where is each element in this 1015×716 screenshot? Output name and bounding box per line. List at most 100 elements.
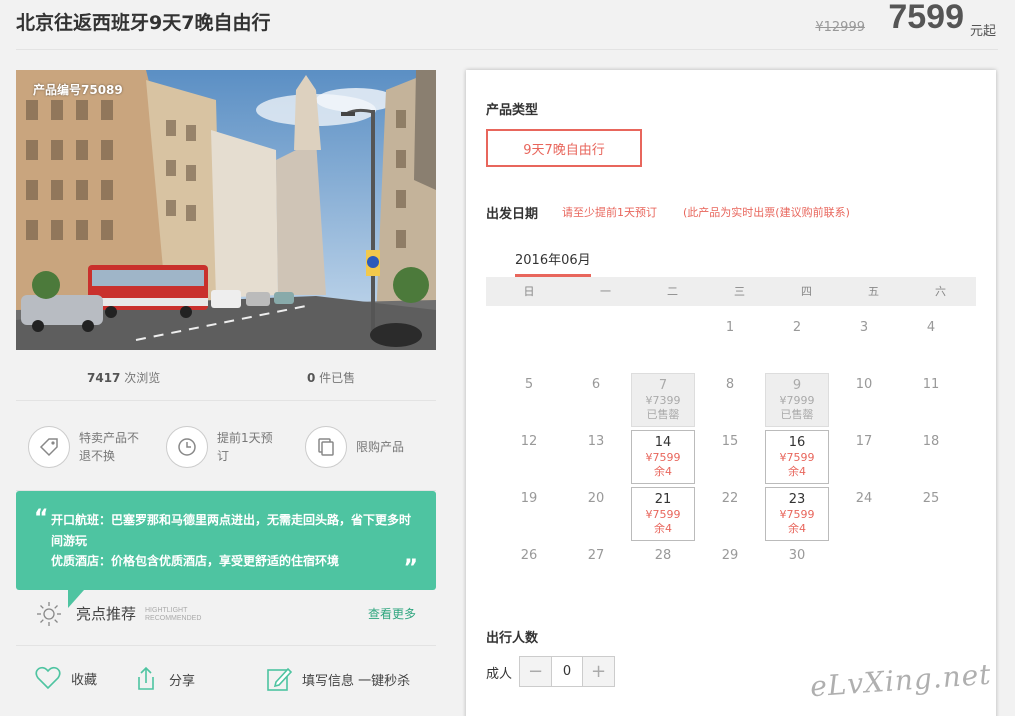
fill-info-button[interactable]: 填写信息 一键秒杀 — [266, 666, 410, 692]
day-price: ¥7999 — [779, 394, 815, 407]
action-bar: 收藏 分享 填写信息 一键秒杀 — [16, 646, 436, 716]
decrement-button[interactable]: − — [520, 657, 551, 686]
promo-line-flight: 开口航班：巴塞罗那和马德里两点进出，无需走回头路，省下更多时间游玩 — [51, 513, 412, 548]
share-button[interactable]: 分享 — [133, 666, 195, 692]
fill-info-label: 填写信息 一键秒杀 — [302, 673, 411, 689]
calendar-day-23[interactable]: 23 ¥7599 余4 — [765, 487, 829, 541]
day-price: ¥7599 — [645, 451, 681, 464]
day-price: ¥7599 — [779, 451, 815, 464]
calendar-day-16[interactable]: 16 ¥7599 余4 — [765, 430, 829, 484]
day-number: 10 — [855, 377, 873, 392]
calendar-day-10: 10 — [832, 373, 896, 427]
calendar-day-17: 17 — [832, 430, 896, 484]
day-number: 17 — [855, 434, 873, 449]
day-number: 12 — [520, 434, 538, 449]
product-number: 产品编号75089 — [33, 83, 123, 97]
calendar-day-18: 18 — [899, 430, 963, 484]
day-number: 6 — [591, 377, 601, 392]
day-number: 3 — [859, 320, 869, 335]
clock-icon — [166, 426, 208, 468]
street-scene-image — [16, 70, 436, 350]
travelers-title: 出行人数 — [486, 631, 539, 646]
day-number: 26 — [520, 548, 538, 563]
views-count: 7417 — [87, 371, 121, 385]
calendar-day-8: 8 — [698, 373, 762, 427]
adult-count[interactable]: 0 — [551, 657, 583, 686]
sold-label: 件已售 — [315, 371, 356, 385]
weekday-fri: 五 — [868, 285, 879, 298]
calendar-day-1: 1 — [698, 316, 762, 370]
sold-stat: 0 件已售 — [307, 369, 355, 386]
month-tab[interactable]: 2016年06月 — [515, 249, 591, 277]
calendar-day-24: 24 — [832, 487, 896, 541]
weekday-header: 日 一 二 三 四 五 六 — [486, 277, 976, 306]
calendar-day-21[interactable]: 21 ¥7599 余4 — [631, 487, 695, 541]
current-price: 7599 — [888, 0, 964, 36]
views-label: 次浏览 — [120, 371, 161, 385]
calendar-day-15: 15 — [698, 430, 762, 484]
day-price: ¥7599 — [645, 508, 681, 521]
calendar-day-30: 30 — [765, 544, 829, 598]
weekday-wed: 三 — [734, 285, 745, 298]
day-number: 20 — [587, 491, 605, 506]
quote-close-icon: ” — [403, 556, 418, 581]
day-number: 28 — [654, 548, 672, 563]
highlight-section: 亮点推荐 HIGHTLIGHT RECOMMENDED 查看更多 — [16, 593, 436, 646]
adult-stepper: − 0 + — [519, 656, 615, 687]
highlight-en-line1: HIGHTLIGHT — [145, 607, 188, 614]
day-number: 23 — [788, 492, 806, 507]
feature-book-ahead: 提前1天预订 — [166, 426, 281, 468]
feature-no-refund: 特卖产品不退不换 — [28, 426, 143, 468]
adult-label: 成人 — [486, 667, 513, 682]
calendar-day-4: 4 — [899, 316, 963, 370]
weekday-tue: 二 — [667, 285, 678, 298]
day-number: 16 — [788, 435, 806, 450]
day-number: 18 — [922, 434, 940, 449]
day-number: 2 — [792, 320, 802, 335]
day-number: 24 — [855, 491, 873, 506]
left-column: 产品编号75089 7417 次浏览 0 件已售 特卖产品不退不换 提前1天预订… — [16, 70, 436, 691]
day-number: 1 — [725, 320, 735, 335]
product-photo[interactable]: 产品编号75089 — [16, 70, 436, 350]
day-number: 19 — [520, 491, 538, 506]
stats-bar: 7417 次浏览 0 件已售 — [16, 350, 436, 401]
calendar-day-28: 28 — [631, 544, 695, 598]
calendar-day-11: 11 — [899, 373, 963, 427]
calendar-day-19: 19 — [497, 487, 561, 541]
calendar-day-3: 3 — [832, 316, 896, 370]
share-icon — [138, 666, 154, 690]
quote-open-icon: “ — [34, 506, 49, 531]
departure-date-title: 出发日期 — [486, 207, 539, 222]
favorite-label: 收藏 — [71, 672, 98, 688]
day-number: 7 — [658, 378, 668, 393]
realtime-ticket-note: (此产品为实时出票(建议购前联系) — [683, 206, 850, 219]
booking-panel: 产品类型 9天7晚自由行 出发日期 请至少提前1天预订 (此产品为实时出票(建议… — [466, 70, 996, 716]
calendar-day-5: 5 — [497, 373, 561, 427]
calendar-day-2: 2 — [765, 316, 829, 370]
favorite-button[interactable]: 收藏 — [35, 666, 97, 690]
calendar-day-14[interactable]: 14 ¥7599 余4 — [631, 430, 695, 484]
feature-list: 特卖产品不退不换 提前1天预订 限购产品 — [16, 401, 436, 491]
product-title: 北京往返西班牙9天7晚自由行 — [16, 12, 271, 34]
weekday-mon: 一 — [600, 285, 611, 298]
calendar-day-26: 26 — [497, 544, 561, 598]
views-stat: 7417 次浏览 — [87, 369, 160, 386]
day-number: 25 — [922, 491, 940, 506]
share-label: 分享 — [169, 673, 196, 689]
day-number: 22 — [721, 491, 739, 506]
day-number: 13 — [587, 434, 605, 449]
calendar-day-7: 7 ¥7399 已售罄 — [631, 373, 695, 427]
increment-button[interactable]: + — [583, 657, 614, 686]
day-number: 5 — [524, 377, 534, 392]
feature-label: 提前1天预订 — [217, 431, 273, 463]
weekday-thu: 四 — [801, 285, 812, 298]
product-type-option[interactable]: 9天7晚自由行 — [486, 129, 642, 167]
tag-icon — [28, 426, 70, 468]
feature-label: 限购产品 — [356, 440, 405, 454]
calendar-day-27: 27 — [564, 544, 628, 598]
view-more-link[interactable]: 查看更多 — [368, 605, 416, 622]
original-price: ¥12999 — [815, 20, 865, 35]
calendar-day-13: 13 — [564, 430, 628, 484]
promo-line-hotel: 优质酒店：价格包含优质酒店，享受更舒适的住宿环境 — [51, 554, 340, 568]
copy-icon — [305, 426, 347, 468]
